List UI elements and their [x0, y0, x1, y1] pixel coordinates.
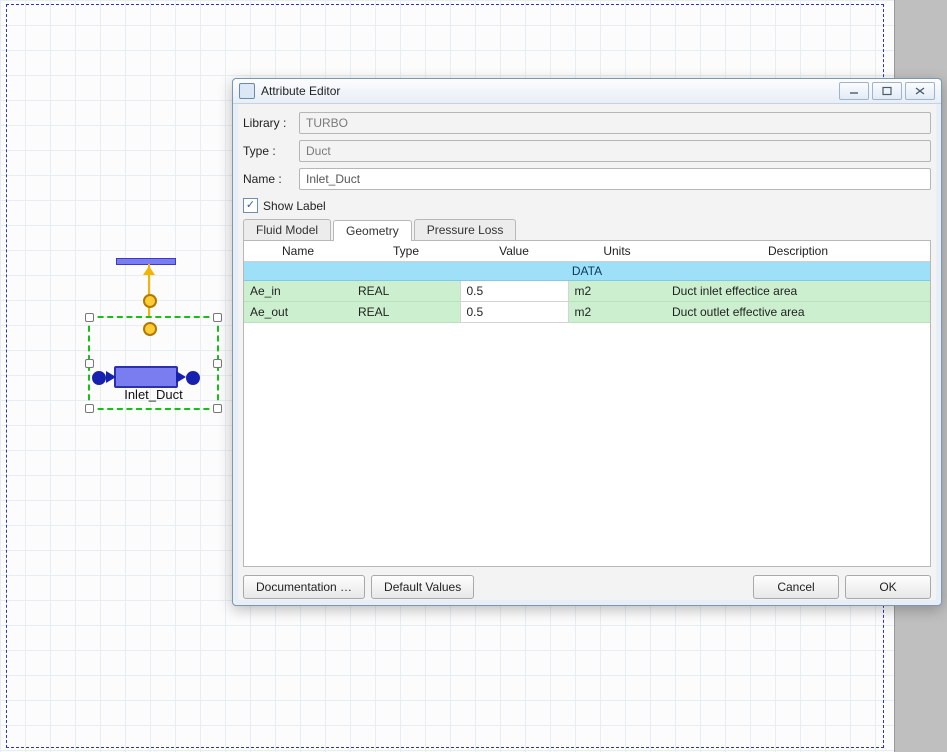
- resize-handle[interactable]: [213, 359, 222, 368]
- maximize-button[interactable]: [872, 82, 902, 100]
- tab-panel-geometry: Name Type Value Units Description DATA A…: [243, 241, 931, 567]
- default-values-button[interactable]: Default Values: [371, 575, 474, 599]
- flow-arrow-icon: [176, 371, 186, 383]
- connector-node: [143, 294, 157, 308]
- type-field: Duct: [299, 140, 931, 162]
- section-row: DATA: [244, 262, 930, 281]
- name-field[interactable]: Inlet_Duct: [299, 168, 931, 190]
- show-label-checkbox[interactable]: [243, 198, 258, 213]
- resize-handle[interactable]: [213, 404, 222, 413]
- tab-fluid-model[interactable]: Fluid Model: [243, 219, 331, 240]
- col-type[interactable]: Type: [352, 241, 460, 262]
- col-name[interactable]: Name: [244, 241, 352, 262]
- col-description[interactable]: Description: [666, 241, 930, 262]
- ok-button[interactable]: OK: [845, 575, 931, 599]
- dialog-body: Library : TURBO Type : Duct Name : Inlet…: [233, 104, 941, 605]
- attributes-table: Name Type Value Units Description DATA A…: [244, 241, 930, 323]
- cell-description: Duct inlet effectice area: [666, 281, 930, 302]
- name-value: Inlet_Duct: [306, 172, 360, 186]
- show-label-row[interactable]: Show Label: [243, 198, 931, 213]
- port-in[interactable]: [92, 371, 106, 385]
- cell-type: REAL: [352, 302, 460, 323]
- col-value[interactable]: Value: [460, 241, 568, 262]
- tab-bar: Fluid Model Geometry Pressure Loss: [243, 219, 931, 241]
- resize-handle[interactable]: [85, 359, 94, 368]
- cell-value[interactable]: 0.5: [460, 281, 568, 302]
- library-value: TURBO: [306, 116, 348, 130]
- library-label: Library :: [243, 116, 299, 130]
- cell-units: m2: [568, 302, 666, 323]
- boundary-bar: [116, 258, 176, 265]
- maximize-icon: [881, 86, 893, 96]
- component-label: Inlet_Duct: [90, 387, 217, 402]
- app-icon: [239, 83, 255, 99]
- type-label: Type :: [243, 144, 299, 158]
- minimize-button[interactable]: [839, 82, 869, 100]
- cancel-button[interactable]: Cancel: [753, 575, 839, 599]
- dialog-footer: Documentation … Default Values Cancel OK: [243, 567, 931, 599]
- resize-handle[interactable]: [85, 404, 94, 413]
- duct-component[interactable]: [114, 366, 178, 388]
- row-library: Library : TURBO: [243, 112, 931, 134]
- show-label-text: Show Label: [263, 199, 326, 213]
- table-row[interactable]: Ae_in REAL 0.5 m2 Duct inlet effectice a…: [244, 281, 930, 302]
- close-button[interactable]: [905, 82, 935, 100]
- arrow-up-icon: [143, 266, 155, 275]
- cell-value[interactable]: 0.5: [460, 302, 568, 323]
- col-units[interactable]: Units: [568, 241, 666, 262]
- port-out[interactable]: [186, 371, 200, 385]
- cell-name: Ae_out: [244, 302, 352, 323]
- type-value: Duct: [306, 144, 331, 158]
- flow-arrow-icon: [106, 371, 116, 383]
- cell-description: Duct outlet effective area: [666, 302, 930, 323]
- library-field: TURBO: [299, 112, 931, 134]
- documentation-button[interactable]: Documentation …: [243, 575, 365, 599]
- row-type: Type : Duct: [243, 140, 931, 162]
- resize-handle[interactable]: [85, 313, 94, 322]
- app-stage: Inlet_Duct Attribute Editor Library : TU…: [0, 0, 947, 752]
- cell-units: m2: [568, 281, 666, 302]
- section-label: DATA: [244, 262, 930, 281]
- close-icon: [914, 86, 926, 96]
- row-name: Name : Inlet_Duct: [243, 168, 931, 190]
- component-selection[interactable]: Inlet_Duct: [88, 316, 219, 410]
- tab-geometry[interactable]: Geometry: [333, 220, 412, 241]
- cell-name: Ae_in: [244, 281, 352, 302]
- cell-type: REAL: [352, 281, 460, 302]
- table-row[interactable]: Ae_out REAL 0.5 m2 Duct outlet effective…: [244, 302, 930, 323]
- minimize-icon: [848, 87, 860, 95]
- resize-handle[interactable]: [213, 313, 222, 322]
- attribute-editor-dialog: Attribute Editor Library : TURBO Type : …: [232, 78, 942, 606]
- tab-pressure-loss[interactable]: Pressure Loss: [414, 219, 517, 240]
- dialog-titlebar[interactable]: Attribute Editor: [233, 79, 941, 104]
- name-label: Name :: [243, 172, 299, 186]
- dialog-title: Attribute Editor: [261, 84, 340, 98]
